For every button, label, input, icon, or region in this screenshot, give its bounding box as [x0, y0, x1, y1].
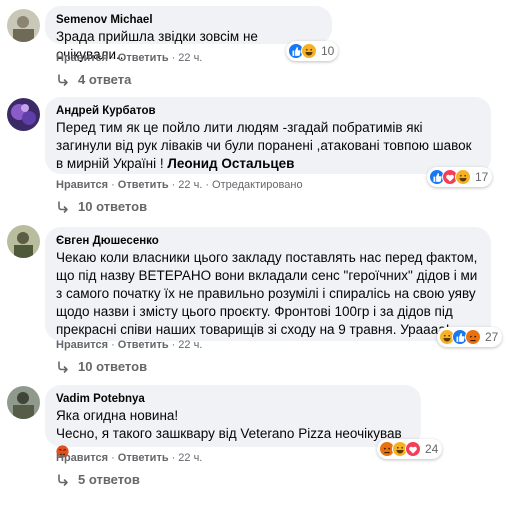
reaction-summary[interactable]: 27 — [437, 327, 503, 347]
reaction-summary[interactable]: 17 — [427, 167, 493, 187]
avatar[interactable] — [7, 98, 40, 131]
timestamp[interactable]: 22 ч. — [178, 179, 202, 191]
comment-author[interactable]: Андрей Курбатов — [56, 104, 480, 119]
comment-author[interactable]: Vadim Potebnya — [56, 392, 410, 407]
comment-text-body: Яка огидна новина! Чесно, я такого зашкв… — [56, 408, 402, 441]
comment-actions: Нравится · Ответить · 22 ч. — [56, 339, 203, 351]
comment-actions: Нравится · Ответить · 22 ч. — [56, 452, 203, 464]
replies-count[interactable]: 10 ответов — [78, 359, 147, 374]
like-link[interactable]: Нравится — [56, 339, 108, 351]
reply-arrow-icon — [58, 200, 68, 213]
reply-link[interactable]: Ответить — [118, 179, 169, 191]
view-replies[interactable]: 10 ответов — [56, 359, 147, 374]
reaction-count: 27 — [485, 330, 499, 344]
haha-reaction-icon — [301, 43, 317, 59]
haha-reaction-icon — [455, 169, 471, 185]
comment-text: Чекаю коли власники цього закладу постав… — [56, 250, 478, 337]
avatar[interactable] — [7, 386, 40, 419]
reaction-summary[interactable]: 24 — [377, 439, 443, 459]
reply-arrow-icon — [58, 473, 68, 486]
reply-link[interactable]: Ответить — [118, 452, 169, 464]
comment-actions: Нравится · Ответить · 22 ч. — [56, 52, 203, 64]
comment-actions: Нравится · Ответить · 22 ч. · Отредактировано — [56, 179, 303, 191]
like-link[interactable]: Нравится — [56, 52, 108, 64]
reply-link[interactable]: Ответить — [118, 339, 169, 351]
mention-link[interactable]: Леонид Остальцев — [167, 156, 294, 171]
reply-arrow-icon — [58, 73, 68, 86]
comment-author[interactable]: Semenov Michael — [56, 13, 321, 28]
reaction-count: 17 — [475, 170, 489, 184]
replies-count[interactable]: 5 ответов — [78, 472, 140, 487]
reaction-count: 10 — [321, 44, 335, 58]
timestamp[interactable]: 22 ч. — [178, 339, 202, 351]
comment-bubble: Semenov Michael Зрада прийшла звідки зов… — [45, 6, 332, 62]
avatar[interactable] — [7, 225, 40, 258]
comment-author[interactable]: Євген Дюшесенко — [56, 234, 480, 249]
reply-link[interactable]: Ответить — [118, 52, 169, 64]
view-replies[interactable]: 5 ответов — [56, 472, 140, 487]
reply-arrow-icon — [58, 360, 68, 373]
timestamp[interactable]: 22 ч. — [178, 52, 202, 64]
comment-bubble: Євген Дюшесенко Чекаю коли власники цьог… — [45, 227, 491, 341]
love-reaction-icon — [405, 441, 421, 457]
edited-label[interactable]: Отредактировано — [212, 179, 303, 191]
view-replies[interactable]: 10 ответов — [56, 199, 147, 214]
reaction-count: 24 — [425, 442, 439, 456]
replies-count[interactable]: 4 ответа — [78, 72, 131, 87]
avatar[interactable] — [7, 9, 40, 42]
reaction-summary[interactable]: 10 — [286, 41, 339, 61]
comment-bubble: Vadim Potebnya Яка огидна новина! Чесно,… — [45, 385, 421, 458]
comment-bubble: Андрей Курбатов Перед тим як це пойло ли… — [45, 97, 491, 174]
comment-text: Перед тим як це пойло лити людям -згадай… — [56, 119, 480, 173]
like-link[interactable]: Нравится — [56, 179, 108, 191]
like-link[interactable]: Нравится — [56, 452, 108, 464]
timestamp[interactable]: 22 ч. — [178, 452, 202, 464]
angry-reaction-icon — [465, 329, 481, 345]
view-replies[interactable]: 4 ответа — [56, 72, 131, 87]
replies-count[interactable]: 10 ответов — [78, 199, 147, 214]
